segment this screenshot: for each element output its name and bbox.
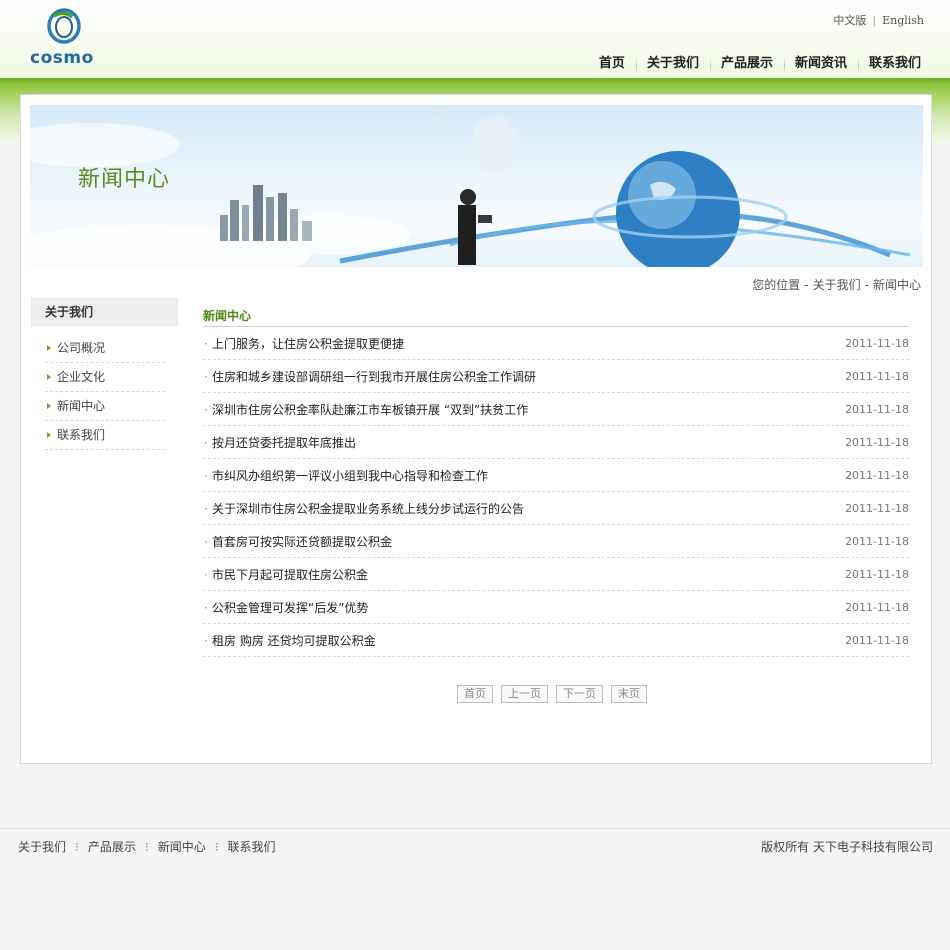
main-panel: 新闻中心 您的位置 - 关于我们 - 新闻中心 关于我们 公司概况 企业文化 新闻中心 … (20, 94, 932, 764)
arrow-right-icon (47, 374, 51, 380)
sidebar-item-label: 联系我们 (57, 428, 106, 442)
footer-separator: ⁝ (144, 839, 149, 854)
nav-item-products[interactable]: 产品展示 (709, 52, 784, 78)
sidebar: 关于我们 公司概况 企业文化 新闻中心 联系我们 (31, 298, 178, 450)
footer-link-about[interactable]: 关于我们 (18, 838, 66, 855)
news-title[interactable]: 市民下月起可提取住房公积金 (212, 558, 368, 592)
sidebar-item-culture[interactable]: 企业文化 (45, 363, 165, 392)
arrow-right-icon (47, 403, 51, 409)
footer-separator: ⁝ (214, 839, 219, 854)
sidebar-item-label: 新闻中心 (57, 399, 106, 413)
sidebar-item-contact[interactable]: 联系我们 (45, 421, 165, 450)
breadcrumb-separator: - (804, 278, 809, 292)
news-date: 2011-11-18 (845, 337, 909, 350)
news-list-item[interactable]: · 住房和城乡建设部调研组一行到我市开展住房公积金工作调研 2011-11-18 (203, 360, 909, 393)
news-date: 2011-11-18 (845, 634, 909, 647)
news-title[interactable]: 住房和城乡建设部调研组一行到我市开展住房公积金工作调研 (212, 360, 536, 394)
sidebar-item-company-overview[interactable]: 公司概况 (45, 334, 165, 363)
arrow-right-icon (47, 345, 51, 351)
nav-item-contact[interactable]: 联系我们 (857, 52, 932, 78)
next-page-button[interactable]: 下一页 (556, 685, 603, 703)
pagination: 首页 上一页 下一页 末页 (457, 685, 647, 703)
arrow-right-icon (47, 432, 51, 438)
news-date: 2011-11-18 (845, 502, 909, 515)
news-title[interactable]: 市纠风办组织第一评议小组到我中心指导和检查工作 (212, 459, 488, 493)
bullet-icon: · (204, 568, 208, 582)
news-date: 2011-11-18 (845, 601, 909, 614)
breadcrumb-separator: - (864, 278, 869, 292)
news-list-item[interactable]: · 租房 购房 还贷均可提取公积金 2011-11-18 (203, 624, 909, 657)
news-title[interactable]: 深圳市住房公积金率队赴廉江市车板镇开展 “双到”扶贫工作 (212, 393, 528, 427)
breadcrumb-label: 您的位置 (752, 278, 801, 292)
footer: 关于我们 ⁝ 产品展示 ⁝ 新闻中心 ⁝ 联系我们 版权所有 天下电子科技有限公司 (0, 828, 950, 863)
sidebar-item-label: 企业文化 (57, 370, 106, 384)
news-list-item[interactable]: · 市纠风办组织第一评议小组到我中心指导和检查工作 2011-11-18 (203, 459, 909, 492)
language-switch: 中文版 | English (833, 12, 924, 28)
banner-title: 新闻中心 (78, 167, 171, 192)
sidebar-list: 公司概况 企业文化 新闻中心 联系我们 (45, 334, 165, 450)
sidebar-title: 关于我们 (31, 298, 178, 326)
news-list-item[interactable]: · 公积金管理可发挥“后发”优势 2011-11-18 (203, 591, 909, 624)
nav-item-news[interactable]: 新闻资讯 (783, 52, 858, 78)
logo-icon (47, 8, 81, 44)
news-list-item[interactable]: · 上门服务，让住房公积金提取更便捷 2011-11-18 (203, 327, 909, 360)
footer-link-news[interactable]: 新闻中心 (158, 838, 206, 855)
news-content: 新闻中心 · 上门服务，让住房公积金提取更便捷 2011-11-18 · 住房和城乡建… (203, 298, 909, 657)
news-date: 2011-11-18 (845, 370, 909, 383)
breadcrumb-level-news[interactable]: 新闻中心 (873, 278, 921, 292)
news-title[interactable]: 关于深圳市住房公积金提取业务系统上线分步试运行的公告 (212, 492, 524, 526)
bullet-icon: · (204, 535, 208, 549)
banner: 新闻中心 (30, 105, 923, 267)
lang-english-link[interactable]: English (882, 14, 924, 27)
news-title[interactable]: 按月还贷委托提取年底推出 (212, 426, 356, 460)
sidebar-item-news-center[interactable]: 新闻中心 (45, 392, 165, 421)
bullet-icon: · (204, 370, 208, 384)
nav-item-about[interactable]: 关于我们 (635, 52, 710, 78)
lang-chinese-link[interactable]: 中文版 (833, 14, 866, 27)
breadcrumb: 您的位置 - 关于我们 - 新闻中心 (752, 276, 921, 293)
news-list-item[interactable]: · 首套房可按实际还贷额提取公积金 2011-11-18 (203, 525, 909, 558)
breadcrumb-level-about[interactable]: 关于我们 (813, 278, 861, 292)
news-date: 2011-11-18 (845, 436, 909, 449)
logo[interactable]: cosmo (28, 8, 104, 70)
footer-link-products[interactable]: 产品展示 (88, 838, 136, 855)
bullet-icon: · (204, 502, 208, 516)
footer-link-contact[interactable]: 联系我们 (228, 838, 276, 855)
prev-page-button[interactable]: 上一页 (501, 685, 548, 703)
news-title[interactable]: 上门服务，让住房公积金提取更便捷 (212, 327, 404, 361)
bullet-icon: · (204, 469, 208, 483)
content-title: 新闻中心 (203, 298, 909, 327)
bullet-icon: · (204, 337, 208, 351)
main-nav: 首页 关于我们 产品展示 新闻资讯 联系我们 (588, 52, 932, 78)
bullet-icon: · (204, 601, 208, 615)
first-page-button[interactable]: 首页 (457, 685, 493, 703)
nav-item-home[interactable]: 首页 (588, 52, 636, 78)
bullet-icon: · (204, 436, 208, 450)
news-list-item[interactable]: · 按月还贷委托提取年底推出 2011-11-18 (203, 426, 909, 459)
news-date: 2011-11-18 (845, 568, 909, 581)
news-title[interactable]: 首套房可按实际还贷额提取公积金 (212, 525, 392, 559)
news-date: 2011-11-18 (845, 535, 909, 548)
lang-separator: | (872, 14, 877, 27)
news-list-item[interactable]: · 市民下月起可提取住房公积金 2011-11-18 (203, 558, 909, 591)
copyright-text: 版权所有 天下电子科技有限公司 (761, 840, 933, 854)
news-list-item[interactable]: · 关于深圳市住房公积金提取业务系统上线分步试运行的公告 2011-11-18 (203, 492, 909, 525)
bullet-icon: · (204, 634, 208, 648)
news-date: 2011-11-18 (845, 403, 909, 416)
footer-separator: ⁝ (75, 839, 79, 854)
last-page-button[interactable]: 末页 (611, 685, 647, 703)
logo-text: cosmo (30, 48, 94, 68)
bullet-icon: · (204, 403, 208, 417)
news-title[interactable]: 公积金管理可发挥“后发”优势 (212, 591, 368, 625)
sidebar-item-label: 公司概况 (57, 341, 106, 355)
footer-links: 关于我们 ⁝ 产品展示 ⁝ 新闻中心 ⁝ 联系我们 (18, 838, 276, 855)
news-title[interactable]: 租房 购房 还贷均可提取公积金 (212, 624, 376, 658)
news-list-item[interactable]: · 深圳市住房公积金率队赴廉江市车板镇开展 “双到”扶贫工作 2011-11-18 (203, 393, 909, 426)
news-date: 2011-11-18 (845, 469, 909, 482)
